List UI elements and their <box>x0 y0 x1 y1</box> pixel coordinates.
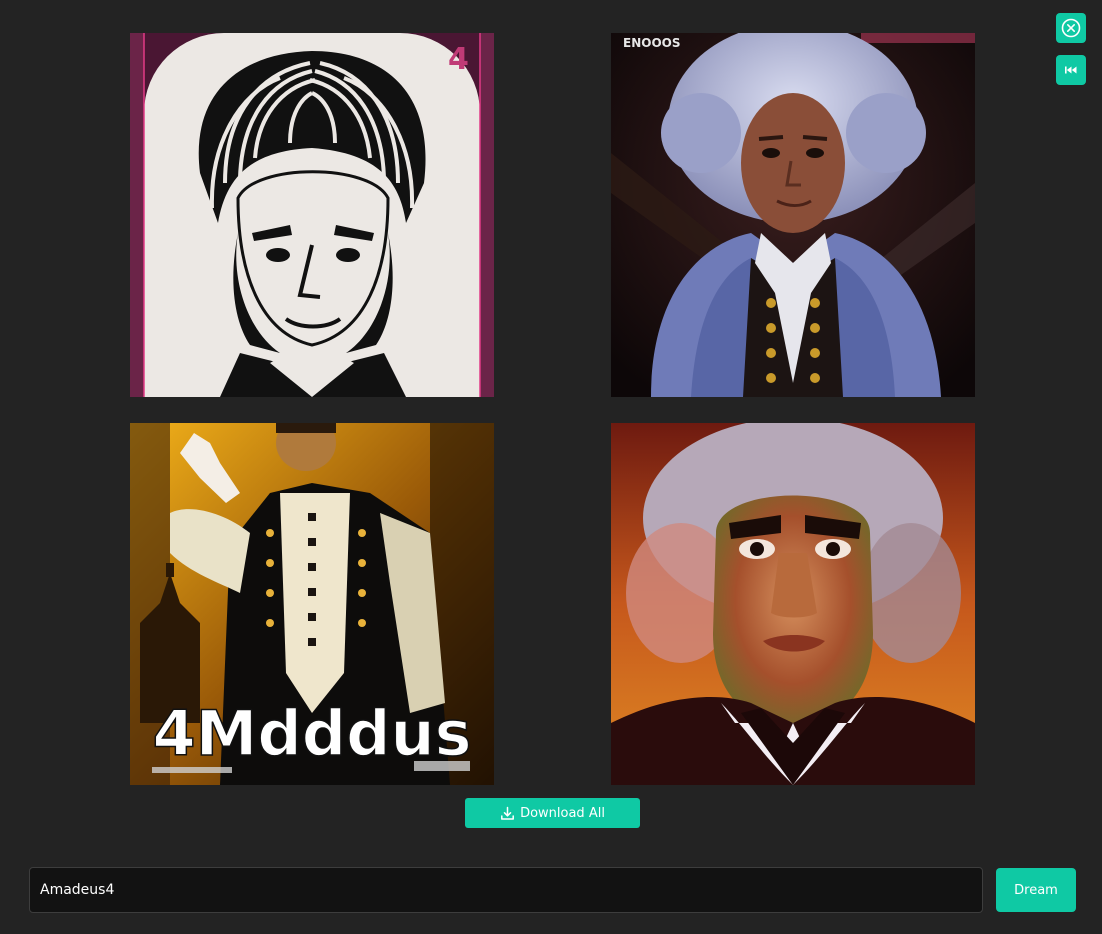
generated-image-1[interactable]: 4 <box>130 33 494 397</box>
dream-label: Dream <box>1014 882 1058 898</box>
generated-image-3[interactable]: 4Mdddus <box>130 423 494 785</box>
poster-corner-number: 4 <box>448 42 469 77</box>
skip-back-icon <box>1064 65 1078 75</box>
dream-app: 4 ENOOOS 4Mdddus Download All Amadeus4 D… <box>0 0 1102 934</box>
close-button[interactable] <box>1056 13 1086 43</box>
generated-image-2[interactable]: ENOOOS <box>611 33 975 397</box>
prompt-input[interactable] <box>29 867 983 913</box>
dream-button[interactable]: Dream <box>996 868 1076 912</box>
download-all-label: Download All <box>520 805 605 821</box>
rewind-button[interactable] <box>1056 55 1086 85</box>
generated-image-4[interactable] <box>611 423 975 785</box>
download-all-button[interactable]: Download All <box>465 798 640 828</box>
poster-title: 4Mdddus <box>152 697 471 770</box>
poster-corner-text: ENOOOS <box>623 36 681 50</box>
download-icon <box>500 806 515 821</box>
close-circle-icon <box>1060 17 1082 39</box>
